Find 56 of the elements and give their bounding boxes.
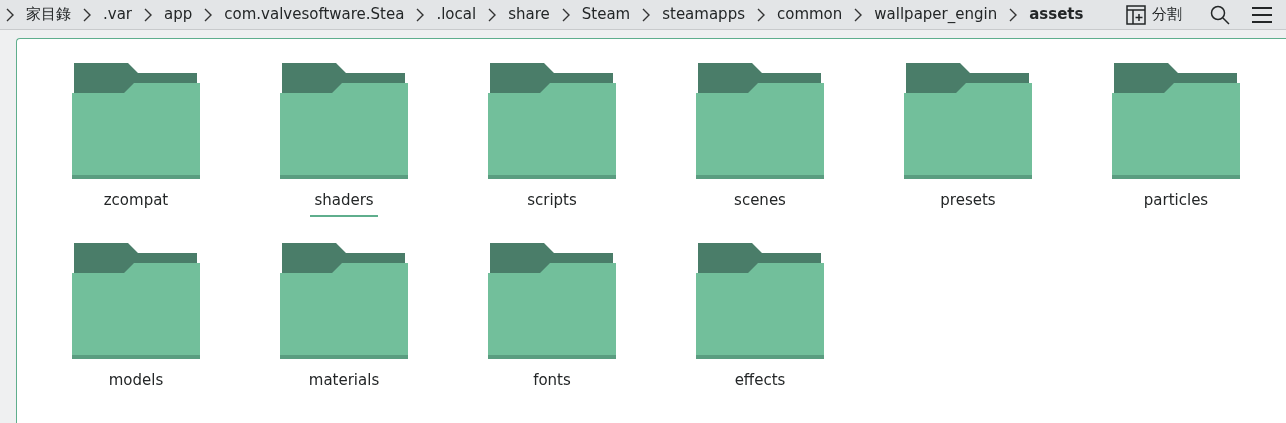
breadcrumb-item[interactable]: assets xyxy=(1029,3,1084,26)
folder-icon xyxy=(488,63,616,179)
folder-name: scenes xyxy=(733,190,787,211)
folder-name: presets xyxy=(939,190,997,211)
folder-name: models xyxy=(107,370,165,391)
folder-name: materials xyxy=(307,370,381,391)
folder-item[interactable]: zcompat xyxy=(32,63,240,243)
folder-icon xyxy=(696,63,824,179)
folder-name: shaders xyxy=(310,189,378,217)
folder-name: fonts xyxy=(532,370,572,391)
chevron-icon xyxy=(756,7,765,22)
folder-icon xyxy=(72,243,200,359)
folder-item[interactable]: materials xyxy=(240,243,448,423)
folder-icon xyxy=(904,63,1032,179)
folder-icon xyxy=(280,63,408,179)
search-icon xyxy=(1210,4,1230,25)
folder-item[interactable]: scripts xyxy=(448,63,656,243)
breadcrumb-item[interactable]: steamapps xyxy=(662,3,745,26)
chevron-icon xyxy=(488,7,497,22)
folder-icon xyxy=(1112,63,1240,179)
breadcrumb-item[interactable]: .local xyxy=(436,3,477,26)
breadcrumb-item[interactable]: com.valvesoftware.Stea xyxy=(224,3,405,26)
folder-name: effects xyxy=(733,370,787,391)
chevron-icon xyxy=(854,7,863,22)
breadcrumb-item[interactable]: share xyxy=(508,3,550,26)
breadcrumb-item[interactable]: .var xyxy=(103,3,132,26)
split-view-icon xyxy=(1126,4,1146,25)
breadcrumb-item[interactable]: 家目錄 xyxy=(26,3,71,26)
folder-item[interactable]: fonts xyxy=(448,243,656,423)
chevron-icon xyxy=(6,7,14,22)
folder-name: scripts xyxy=(526,190,578,211)
folder-item[interactable]: models xyxy=(32,243,240,423)
folder-item[interactable]: presets xyxy=(864,63,1072,243)
breadcrumb-item[interactable]: Steam xyxy=(581,3,631,26)
folder-item[interactable]: particles xyxy=(1072,63,1280,243)
chevron-icon xyxy=(204,7,213,22)
chevron-icon xyxy=(642,7,651,22)
folder-icon xyxy=(696,243,824,359)
folder-item[interactable]: shaders xyxy=(240,63,448,243)
chevron-icon xyxy=(1009,7,1018,22)
breadcrumb-item[interactable]: common xyxy=(776,3,843,26)
chevron-icon xyxy=(83,7,91,22)
folder-icon xyxy=(72,63,200,179)
breadcrumb-item[interactable]: app xyxy=(164,3,193,26)
folder-icon xyxy=(488,243,616,359)
folder-name: particles xyxy=(1142,190,1210,211)
chevron-icon xyxy=(561,7,570,22)
folder-name: zcompat xyxy=(102,190,170,211)
folder-icon xyxy=(280,243,408,359)
menu-icon xyxy=(1252,5,1272,24)
folder-item[interactable]: scenes xyxy=(656,63,864,243)
breadcrumb-item[interactable]: wallpaper_engin xyxy=(874,3,998,26)
split-button[interactable]: 分割 xyxy=(1122,3,1186,26)
folder-item[interactable]: effects xyxy=(656,243,864,423)
chevron-icon xyxy=(144,7,152,22)
chevron-icon xyxy=(416,7,425,22)
